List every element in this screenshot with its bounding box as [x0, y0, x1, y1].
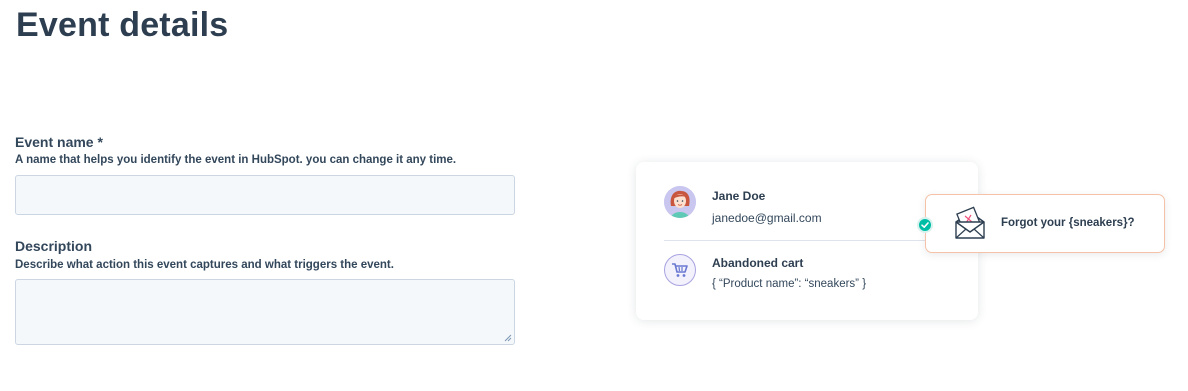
divider: [664, 240, 954, 241]
description-help: Describe what action this event captures…: [15, 259, 394, 271]
check-glyph-icon: [921, 222, 929, 228]
open-envelope-icon: [955, 206, 985, 239]
avatar: [664, 186, 696, 218]
contact-email: janedoe@gmail.com: [712, 211, 822, 225]
shopping-cart-icon: [664, 254, 696, 286]
event-title: Abandoned cart: [712, 256, 804, 270]
event-name-label: Event name *: [15, 134, 103, 150]
page-title: Event details: [16, 6, 229, 44]
check-icon: [917, 217, 933, 233]
description-label: Description: [15, 238, 93, 254]
contact-name: Jane Doe: [712, 189, 766, 203]
description-textarea[interactable]: [15, 279, 515, 345]
avatar-woman-icon: [664, 186, 696, 218]
resize-handle-icon[interactable]: [504, 334, 512, 342]
email-subject: Forgot your {sneakers}?: [1001, 217, 1135, 229]
event-name-help: A name that helps you identify the event…: [15, 154, 457, 166]
cart-glyph-icon: [672, 263, 688, 277]
event-properties: { “Product name”: “sneakers” }: [712, 278, 867, 290]
email-preview-card: Forgot your {sneakers}?: [925, 194, 1165, 253]
event-name-input[interactable]: [15, 175, 515, 215]
